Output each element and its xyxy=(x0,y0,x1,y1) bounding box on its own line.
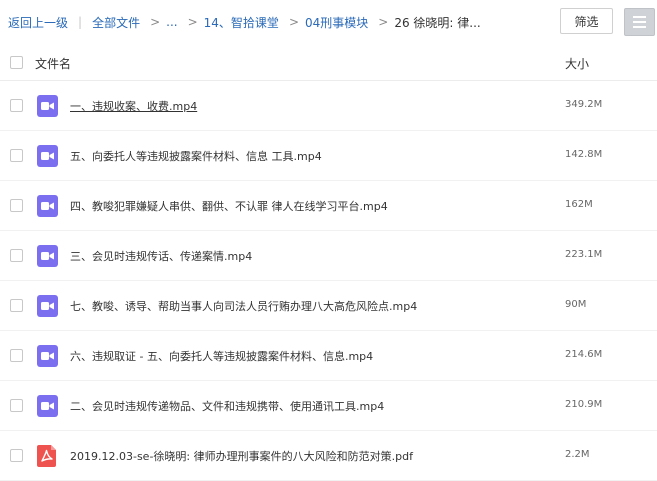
breadcrumb-divider: | xyxy=(78,15,83,29)
file-list: 一、违规收案、收费.mp4 349.2M 五、向委托人等违规披露案件材料、信息 … xyxy=(0,81,657,481)
file-row[interactable]: 五、向委托人等违规披露案件材料、信息 工具.mp4 142.8M xyxy=(0,131,657,181)
row-checkbox[interactable] xyxy=(10,349,23,362)
pdf-file-icon xyxy=(37,445,56,467)
file-name[interactable]: 四、教唆犯罪嫌疑人串供、翻供、不认罪 律人在线学习平台.mp4 xyxy=(70,198,388,214)
chevron-right-icon: > xyxy=(288,15,299,29)
file-name[interactable]: 七、教唆、诱导、帮助当事人向司法人员行贿办理八大高危风险点.mp4 xyxy=(70,298,417,314)
breadcrumb: 返回上一级 | 全部文件 > ... > 14、智拾课堂 > 04刑事模块 > … xyxy=(0,14,481,31)
file-row[interactable]: 一、违规收案、收费.mp4 349.2M xyxy=(0,81,657,131)
file-name[interactable]: 三、会见时违规传话、传递案情.mp4 xyxy=(70,248,252,264)
select-all-checkbox[interactable] xyxy=(10,56,23,69)
file-size: 2.2M xyxy=(565,449,590,460)
video-file-icon xyxy=(37,345,58,367)
column-header-size[interactable]: 大小 xyxy=(565,55,589,72)
file-size: 90M xyxy=(565,299,587,310)
file-row[interactable]: 四、教唆犯罪嫌疑人串供、翻供、不认罪 律人在线学习平台.mp4 162M xyxy=(0,181,657,231)
breadcrumb-current: 26 徐晓明: 律... xyxy=(394,15,481,30)
row-checkbox[interactable] xyxy=(10,299,23,312)
column-header-name[interactable]: 文件名 xyxy=(35,55,71,72)
file-name[interactable]: 六、违规取证 - 五、向委托人等违规披露案件材料、信息.mp4 xyxy=(70,348,373,364)
chevron-right-icon: > xyxy=(150,15,161,29)
top-toolbar: 返回上一级 | 全部文件 > ... > 14、智拾课堂 > 04刑事模块 > … xyxy=(0,0,657,44)
row-checkbox[interactable] xyxy=(10,399,23,412)
list-view-toggle-icon[interactable] xyxy=(624,8,655,36)
file-name[interactable]: 2019.12.03-se-徐晓明: 律师办理刑事案件的八大风险和防范对策.pd… xyxy=(70,448,413,464)
video-file-icon xyxy=(37,145,58,167)
row-checkbox[interactable] xyxy=(10,249,23,262)
filter-button[interactable]: 筛选 xyxy=(560,8,613,34)
file-row[interactable]: 2019.12.03-se-徐晓明: 律师办理刑事案件的八大风险和防范对策.pd… xyxy=(0,431,657,481)
file-row[interactable]: 三、会见时违规传话、传递案情.mp4 223.1M xyxy=(0,231,657,281)
file-size: 214.6M xyxy=(565,349,603,360)
back-link[interactable]: 返回上一级 xyxy=(8,14,68,31)
file-row[interactable]: 六、违规取证 - 五、向委托人等违规披露案件材料、信息.mp4 214.6M xyxy=(0,331,657,381)
breadcrumb-item-zhishi[interactable]: 14、智拾课堂 xyxy=(204,14,279,31)
breadcrumb-item-criminal[interactable]: 04刑事模块 xyxy=(305,14,368,31)
file-name[interactable]: 一、违规收案、收费.mp4 xyxy=(70,98,197,114)
video-file-icon xyxy=(37,195,58,217)
video-file-icon xyxy=(37,295,58,317)
row-checkbox[interactable] xyxy=(10,149,23,162)
file-size: 162M xyxy=(565,199,593,210)
all-files-link[interactable]: 全部文件 xyxy=(92,14,140,31)
video-file-icon xyxy=(37,245,58,267)
file-name[interactable]: 二、会见时违规传递物品、文件和违规携带、使用通讯工具.mp4 xyxy=(70,398,384,414)
file-name[interactable]: 五、向委托人等违规披露案件材料、信息 工具.mp4 xyxy=(70,148,322,164)
file-row[interactable]: 七、教唆、诱导、帮助当事人向司法人员行贿办理八大高危风险点.mp4 90M xyxy=(0,281,657,331)
row-checkbox[interactable] xyxy=(10,449,23,462)
chevron-right-icon: > xyxy=(187,15,198,29)
file-size: 142.8M xyxy=(565,149,603,160)
file-size: 210.9M xyxy=(565,399,603,410)
row-checkbox[interactable] xyxy=(10,199,23,212)
video-file-icon xyxy=(37,395,58,417)
file-size: 349.2M xyxy=(565,99,603,110)
video-file-icon xyxy=(37,95,58,117)
breadcrumb-ellipsis[interactable]: ... xyxy=(166,15,177,29)
row-checkbox[interactable] xyxy=(10,99,23,112)
file-row[interactable]: 二、会见时违规传递物品、文件和违规携带、使用通讯工具.mp4 210.9M xyxy=(0,381,657,431)
list-header: 文件名 大小 xyxy=(0,44,657,81)
file-size: 223.1M xyxy=(565,249,603,260)
chevron-right-icon: > xyxy=(378,15,389,29)
